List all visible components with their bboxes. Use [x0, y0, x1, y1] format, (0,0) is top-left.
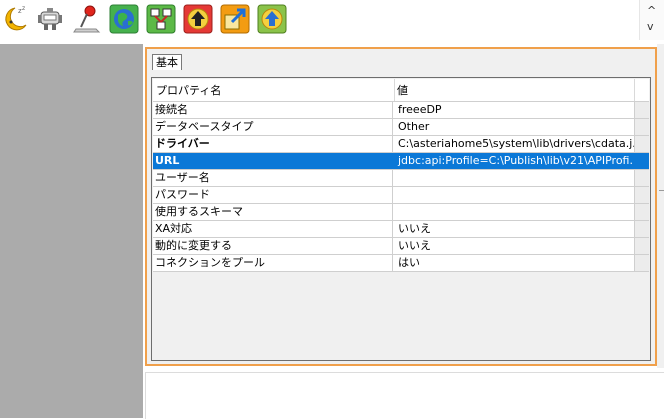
row-key: 接続名 [153, 102, 393, 118]
table-row-selected[interactable]: URL jdbc:api:Profile=C:\Publish\lib\v21\… [153, 153, 649, 170]
row-edit-cell[interactable] [634, 102, 649, 118]
row-edit-cell[interactable] [634, 204, 649, 220]
property-editor: 基本 プロパティ名 値 接続名 freeeDP データベースタイプ Other … [145, 47, 657, 366]
upload-green-icon[interactable] [257, 3, 287, 35]
table-row[interactable]: 接続名 freeeDP [153, 102, 649, 119]
row-key: URL [153, 153, 393, 169]
row-value[interactable]: freeeDP [396, 102, 634, 118]
row-key: ユーザー名 [153, 170, 393, 186]
scroll-down-icon[interactable]: v [647, 20, 654, 33]
row-key: 動的に変更する [153, 238, 393, 254]
row-edit-cell[interactable] [634, 238, 649, 254]
grid-header: プロパティ名 値 [153, 79, 649, 102]
row-key: 使用するスキーマ [153, 204, 393, 220]
table-row[interactable]: パスワード [153, 187, 649, 204]
table-row[interactable]: ドライバー C:\asteriahome5\system\lib\drivers… [153, 136, 649, 153]
table-row[interactable]: ユーザー名 [153, 170, 649, 187]
row-key: XA対応 [153, 221, 393, 237]
network-icon[interactable] [146, 3, 176, 35]
upload-red-icon[interactable] [183, 3, 213, 35]
table-row[interactable]: データベースタイプ Other [153, 119, 649, 136]
row-key: パスワード [153, 187, 393, 203]
header-property[interactable]: プロパティ名 [156, 79, 395, 101]
svg-text:z: z [22, 5, 25, 12]
table-row[interactable]: コネクションをプール はい [153, 255, 649, 272]
row-value[interactable] [396, 170, 634, 186]
sleep-moon-icon[interactable]: zz [1, 3, 31, 35]
row-key: コネクションをプール [153, 255, 393, 271]
row-value[interactable]: いいえ [396, 221, 634, 237]
table-row[interactable]: 使用するスキーマ [153, 204, 649, 221]
row-edit-cell[interactable] [634, 153, 649, 169]
row-edit-cell[interactable] [634, 136, 649, 152]
right-edge [657, 44, 664, 368]
property-grid: プロパティ名 値 接続名 freeeDP データベースタイプ Other ドライ… [153, 79, 649, 272]
row-edit-cell[interactable] [634, 170, 649, 186]
row-value[interactable]: Other [396, 119, 634, 135]
row-edit-cell[interactable] [634, 119, 649, 135]
right-edge-tick [659, 190, 664, 191]
row-value[interactable]: いいえ [396, 238, 634, 254]
header-value[interactable]: 値 [397, 79, 635, 101]
row-value[interactable]: C:\asteriahome5\system\lib\drivers\cdata… [396, 136, 634, 152]
pin-icon[interactable] [72, 3, 102, 35]
row-value[interactable]: jdbc:api:Profile=C:\Publish\lib\v21\APIP… [396, 153, 634, 169]
table-row[interactable]: XA対応 いいえ [153, 221, 649, 238]
row-value[interactable] [396, 204, 634, 220]
row-edit-cell[interactable] [634, 221, 649, 237]
row-value[interactable]: はい [396, 255, 634, 271]
property-grid-box: プロパティ名 値 接続名 freeeDP データベースタイプ Other ドライ… [151, 77, 651, 361]
row-key: ドライバー [153, 136, 393, 152]
toolbar-scroll[interactable]: ^ v [639, 0, 664, 40]
robot-icon[interactable] [35, 3, 65, 35]
toolbar: zz ^ v [0, 0, 664, 40]
row-edit-cell[interactable] [634, 255, 649, 271]
row-key: データベースタイプ [153, 119, 393, 135]
scroll-up-icon[interactable]: ^ [647, 4, 656, 17]
table-row[interactable]: 動的に変更する いいえ [153, 238, 649, 255]
header-extra [634, 79, 649, 101]
tab-basic[interactable]: 基本 [152, 54, 182, 70]
globe-icon[interactable] [109, 3, 139, 35]
row-edit-cell[interactable] [634, 187, 649, 203]
left-pane [0, 44, 143, 418]
export-orange-icon[interactable] [220, 3, 250, 35]
row-value[interactable] [396, 187, 634, 203]
bottom-panel [145, 372, 664, 419]
